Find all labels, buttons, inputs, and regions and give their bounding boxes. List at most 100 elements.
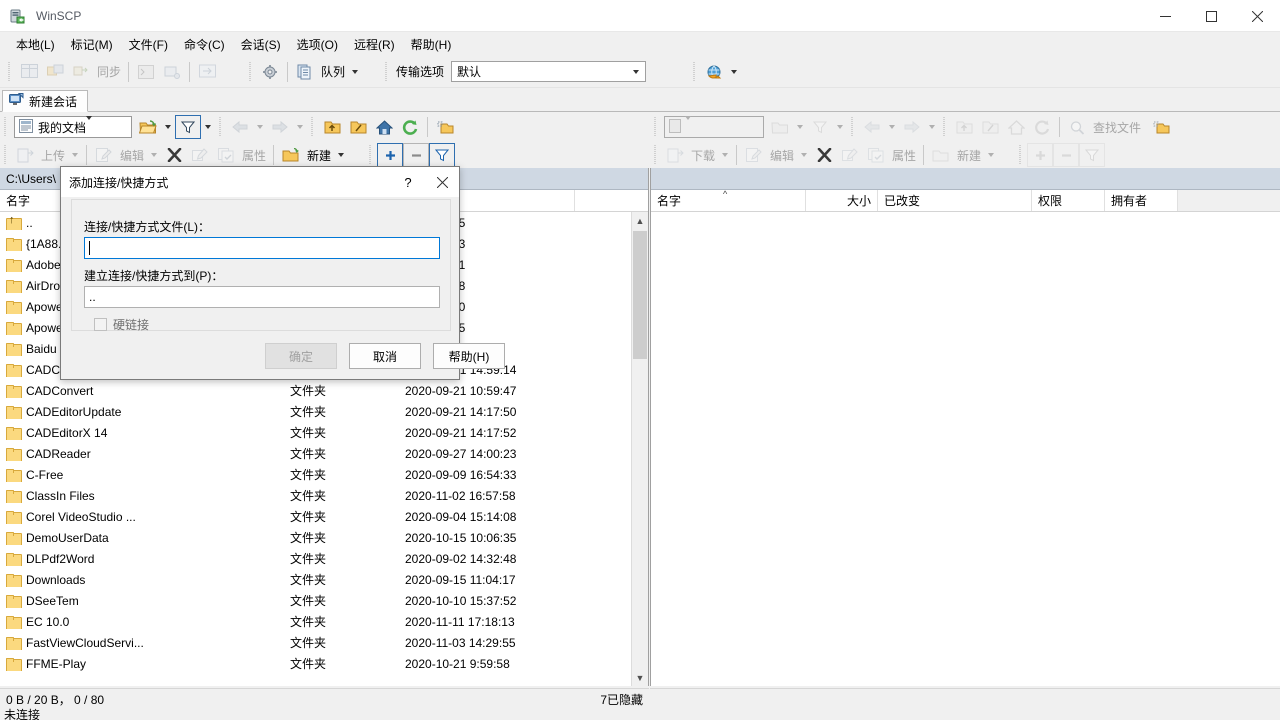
selection-filter-icon[interactable] [429, 143, 455, 167]
remote-rename-icon[interactable] [837, 143, 863, 167]
remote-file-list[interactable] [651, 212, 1280, 686]
remote-path-combo[interactable] [664, 116, 764, 138]
menu-file[interactable]: 文件(F) [121, 33, 176, 56]
hard-link-checkbox-row[interactable]: 硬链接 [94, 316, 149, 333]
local-tb1-grip[interactable] [3, 117, 9, 137]
remote-edit-label[interactable]: 编辑 [767, 147, 797, 164]
cancel-button[interactable]: 取消 [349, 343, 421, 369]
parent-folder-icon[interactable] [319, 115, 345, 139]
bookmark-folder-icon[interactable] [432, 115, 458, 139]
table-row[interactable]: C-Free文件夹2020-09-09 16:54:33 [0, 464, 631, 485]
queue-label[interactable]: 队列 [318, 63, 348, 80]
globe-dropdown-caret[interactable] [731, 70, 737, 74]
console-icon[interactable] [133, 60, 159, 84]
download-caret[interactable] [722, 153, 728, 157]
filter-icon[interactable] [175, 115, 201, 139]
table-row[interactable]: Corel VideoStudio ...文件夹2020-09-04 15:14… [0, 506, 631, 527]
remote-path-combo-caret[interactable] [685, 120, 691, 134]
remote-properties-icon[interactable] [863, 143, 889, 167]
new-folder-icon[interactable] [278, 143, 304, 167]
gear-icon[interactable] [257, 60, 283, 84]
menu-help[interactable]: 帮助(H) [403, 33, 460, 56]
refresh-icon[interactable] [397, 115, 423, 139]
remote-root-folder-icon[interactable] [977, 115, 1003, 139]
remote-col-rights[interactable]: 权限 [1032, 190, 1105, 211]
remote-tb1-grip3[interactable] [942, 117, 948, 137]
scroll-up-icon[interactable]: ▲ [632, 212, 648, 229]
edit-caret[interactable] [151, 153, 157, 157]
globe-sync-icon[interactable] [701, 60, 727, 84]
open-folder-caret[interactable] [165, 125, 171, 129]
remote-deselect-all-icon[interactable] [1053, 143, 1079, 167]
upload-label[interactable]: 上传 [38, 147, 68, 164]
properties-label[interactable]: 属性 [239, 147, 269, 164]
remote-edit-caret[interactable] [801, 153, 807, 157]
new-label[interactable]: 新建 [304, 147, 334, 164]
remote-new-label[interactable]: 新建 [954, 147, 984, 164]
remote-col-owner[interactable]: 拥有者 [1105, 190, 1178, 211]
table-row[interactable]: CADConvert文件夹2020-09-21 10:59:47 [0, 380, 631, 401]
open-folder-icon[interactable] [135, 115, 161, 139]
local-path-combo-caret[interactable] [86, 120, 92, 134]
remote-forward-arrow-icon[interactable] [899, 115, 925, 139]
menu-command[interactable]: 命令(C) [176, 33, 233, 56]
upload-icon[interactable] [12, 143, 38, 167]
remote-filter-caret[interactable] [837, 125, 843, 129]
table-row[interactable]: DemoUserData文件夹2020-10-15 10:06:35 [0, 527, 631, 548]
ok-button[interactable]: 确定 [265, 343, 337, 369]
search-icon[interactable] [1064, 115, 1090, 139]
remote-back-caret[interactable] [889, 125, 895, 129]
close-button[interactable] [1234, 0, 1280, 32]
delete-icon[interactable] [161, 143, 187, 167]
remote-select-all-icon[interactable] [1027, 143, 1053, 167]
remote-open-folder-icon[interactable] [767, 115, 793, 139]
tab-new-session[interactable]: 新建会话 [2, 90, 88, 112]
hard-link-checkbox[interactable] [94, 318, 107, 331]
table-row[interactable]: ClassIn Files文件夹2020-11-02 16:57:58 [0, 485, 631, 506]
table-row[interactable]: EC 10.0文件夹2020-11-11 17:18:13 [0, 611, 631, 632]
edit-label[interactable]: 编辑 [117, 147, 147, 164]
new-caret[interactable] [338, 153, 344, 157]
table-row[interactable]: CADReader文件夹2020-09-27 14:00:23 [0, 443, 631, 464]
remote-back-arrow-icon[interactable] [859, 115, 885, 139]
copy-properties-icon[interactable] [213, 143, 239, 167]
shortcut-file-input[interactable] [84, 237, 440, 259]
find-files-label[interactable]: 查找文件 [1090, 119, 1144, 136]
remote-path-bar[interactable] [651, 168, 1280, 190]
remote-new-folder-icon[interactable] [928, 143, 954, 167]
remote-filter-icon[interactable] [807, 115, 833, 139]
local-tb1-grip3[interactable] [310, 117, 316, 137]
queue-icon[interactable] [292, 60, 318, 84]
deselect-all-icon[interactable] [403, 143, 429, 167]
remote-col-name[interactable]: 名字 ^ [651, 190, 806, 211]
help-button[interactable]: 帮助(H) [433, 343, 505, 369]
sync-browse-icon[interactable] [42, 60, 68, 84]
menu-mark[interactable]: 标记(M) [63, 33, 121, 56]
menu-session[interactable]: 会话(S) [233, 33, 289, 56]
remote-edit-icon[interactable] [741, 143, 767, 167]
remote-tb1-grip[interactable] [653, 117, 659, 137]
remote-selection-filter-icon[interactable] [1079, 143, 1105, 167]
table-row[interactable]: CADEditorUpdate文件夹2020-09-21 14:17:50 [0, 401, 631, 422]
shortcut-target-input[interactable]: .. [84, 286, 440, 308]
open-terminal-icon[interactable] [159, 60, 185, 84]
local-tb2-grip2[interactable] [368, 145, 374, 165]
table-row[interactable]: CADEditorX 14文件夹2020-09-21 14:17:52 [0, 422, 631, 443]
menu-remote[interactable]: 远程(R) [346, 33, 403, 56]
remote-parent-folder-icon[interactable] [951, 115, 977, 139]
scroll-down-icon[interactable]: ▼ [632, 669, 648, 686]
download-label[interactable]: 下载 [688, 147, 718, 164]
transfer-options-caret[interactable] [628, 63, 644, 80]
forward-arrow-icon[interactable] [267, 115, 293, 139]
back-caret[interactable] [257, 125, 263, 129]
remote-tb2-grip[interactable] [653, 145, 659, 165]
table-row[interactable]: DLPdf2Word文件夹2020-09-02 14:32:48 [0, 548, 631, 569]
home-icon[interactable] [371, 115, 397, 139]
remote-tb1-grip2[interactable] [850, 117, 856, 137]
download-icon[interactable] [662, 143, 688, 167]
sync-label[interactable]: 同步 [94, 63, 124, 80]
remote-forward-caret[interactable] [929, 125, 935, 129]
sync-icon[interactable] [68, 60, 94, 84]
remote-open-folder-caret[interactable] [797, 125, 803, 129]
minimize-button[interactable] [1142, 0, 1188, 32]
